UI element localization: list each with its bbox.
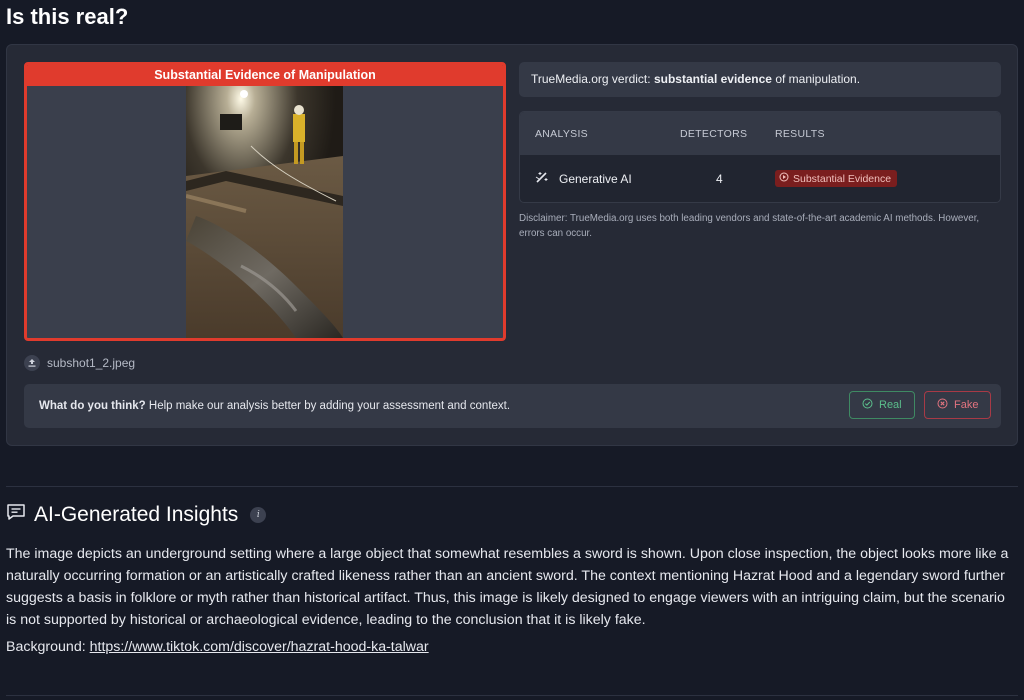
result-badge: Substantial Evidence xyxy=(775,170,898,187)
feedback-question: What do you think? xyxy=(39,400,146,412)
message-icon xyxy=(6,502,26,527)
upload-icon xyxy=(24,355,40,371)
disclaimer: Disclaimer: TrueMedia.org uses both lead… xyxy=(519,213,980,239)
fake-button-label: Fake xyxy=(954,398,979,411)
analysis-name: Generative AI xyxy=(559,171,632,186)
feedback-bar: What do you think? Help make our analysi… xyxy=(24,384,1001,428)
analysis-panel: Substantial Evidence of Manipulation sub… xyxy=(6,44,1018,446)
analysis-table: ANALYSIS DETECTORS RESULTS Generative AI xyxy=(519,111,1001,203)
header-analysis: ANALYSIS xyxy=(535,127,588,140)
tunnel-photo xyxy=(186,86,343,338)
page-title: Is this real? xyxy=(6,4,129,29)
file-name: subshot1_2.jpeg xyxy=(47,356,136,370)
verdict-emphasis: substantial evidence xyxy=(653,72,772,86)
real-button[interactable]: Real xyxy=(849,391,915,419)
play-circle-icon xyxy=(779,172,789,185)
background-line: Background: https://www.tiktok.com/disco… xyxy=(6,639,429,655)
insights-header: AI-Generated Insights i xyxy=(6,502,267,527)
header-detectors: DETECTORS xyxy=(680,127,748,140)
verdict-box: TrueMedia.org verdict: substantial evide… xyxy=(519,62,1001,97)
manipulation-banner: Substantial Evidence of Manipulation xyxy=(27,65,503,86)
header-results: RESULTS xyxy=(775,127,825,140)
fake-button[interactable]: Fake xyxy=(924,391,992,419)
x-circle-icon xyxy=(937,398,948,412)
result-label: Substantial Evidence xyxy=(793,172,892,185)
background-link[interactable]: https://www.tiktok.com/discover/hazrat-h… xyxy=(90,639,429,655)
bottom-divider xyxy=(6,695,1018,696)
info-icon[interactable]: i xyxy=(250,506,267,523)
feedback-prompt: Help make our analysis better by adding … xyxy=(145,400,511,412)
check-circle-icon xyxy=(862,398,873,412)
magic-wand-icon xyxy=(535,170,549,187)
insights-body: The image depicts an underground setting… xyxy=(6,546,1009,628)
verdict-prefix: TrueMedia.org verdict: xyxy=(531,72,654,86)
verdict-suffix: of manipulation. xyxy=(771,72,861,86)
section-divider xyxy=(6,486,1018,487)
real-button-label: Real xyxy=(879,398,902,411)
file-name-row: subshot1_2.jpeg xyxy=(24,355,135,371)
detector-count: 4 xyxy=(716,171,723,186)
analysis-cell: Generative AI xyxy=(535,170,632,187)
background-label: Background: xyxy=(6,639,90,655)
media-preview: Substantial Evidence of Manipulation xyxy=(24,62,506,341)
table-header: ANALYSIS DETECTORS RESULTS xyxy=(520,112,1000,155)
table-row[interactable]: Generative AI 4 Substantial Evidence xyxy=(520,155,1000,202)
insights-title: AI-Generated Insights xyxy=(34,502,239,526)
analyzed-image[interactable] xyxy=(186,86,343,338)
